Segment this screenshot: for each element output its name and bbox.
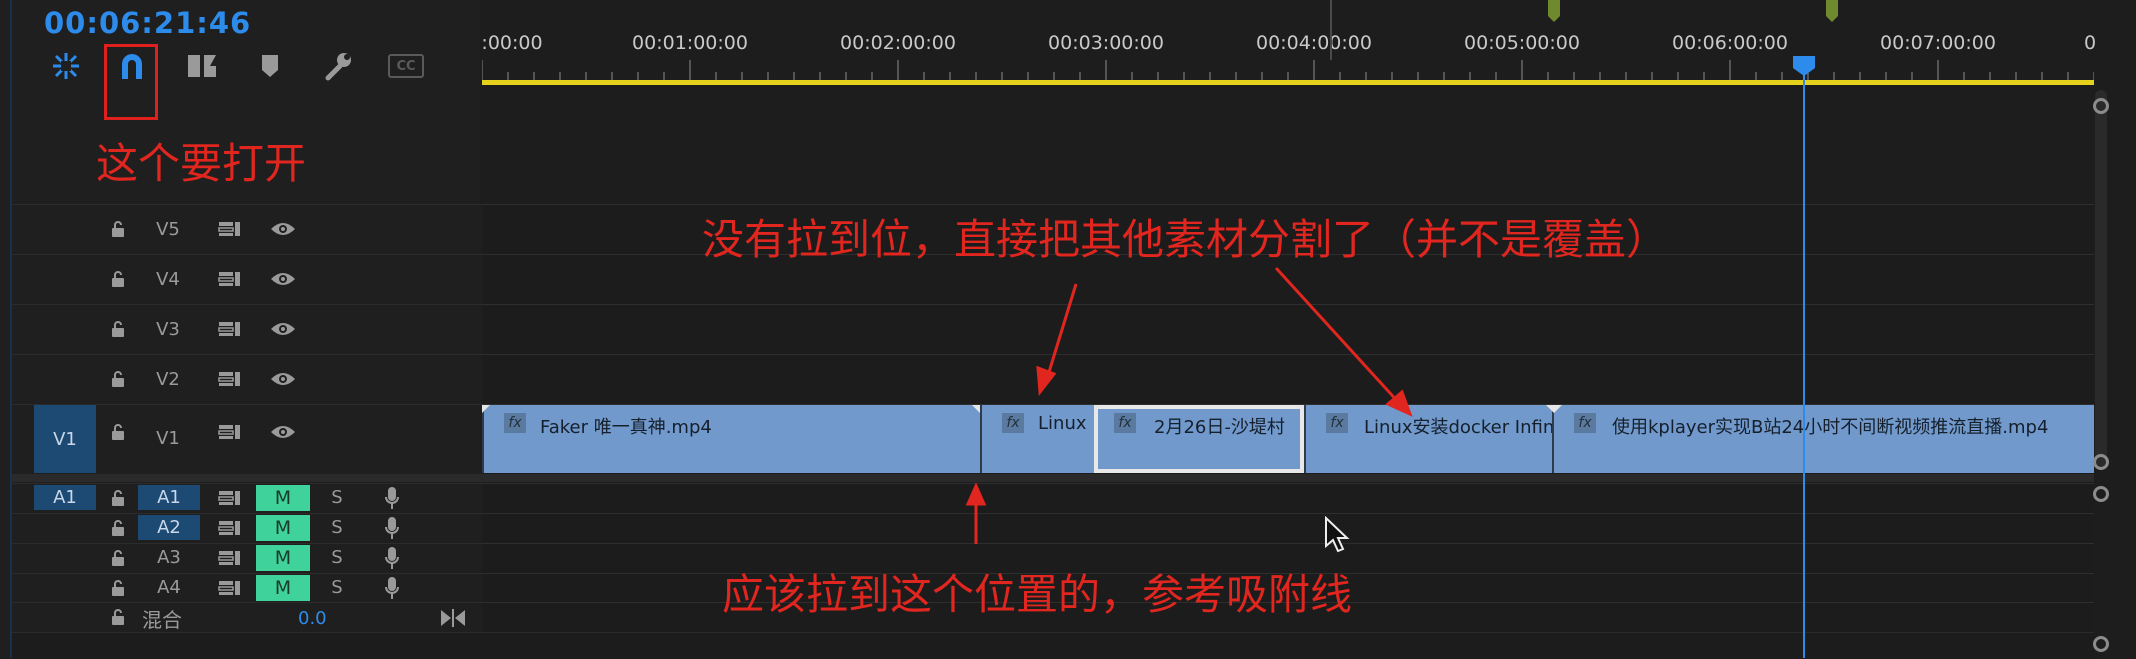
annotation-split-hint: 没有拉到位，直接把其他素材分割了（并不是覆盖） xyxy=(702,215,1669,264)
scroll-handle-icon[interactable] xyxy=(2093,636,2109,652)
annotation-arrows xyxy=(965,266,1413,544)
mouse-cursor-icon xyxy=(1325,516,1350,553)
vertical-scrollbar[interactable] xyxy=(2095,90,2107,470)
scroll-handle-icon[interactable] xyxy=(2093,98,2109,114)
scroll-handle-icon[interactable] xyxy=(2093,486,2109,502)
annotation-position-hint: 应该拉到这个位置的，参考吸附线 xyxy=(722,570,1353,619)
scroll-handle-icon[interactable] xyxy=(2093,454,2109,470)
